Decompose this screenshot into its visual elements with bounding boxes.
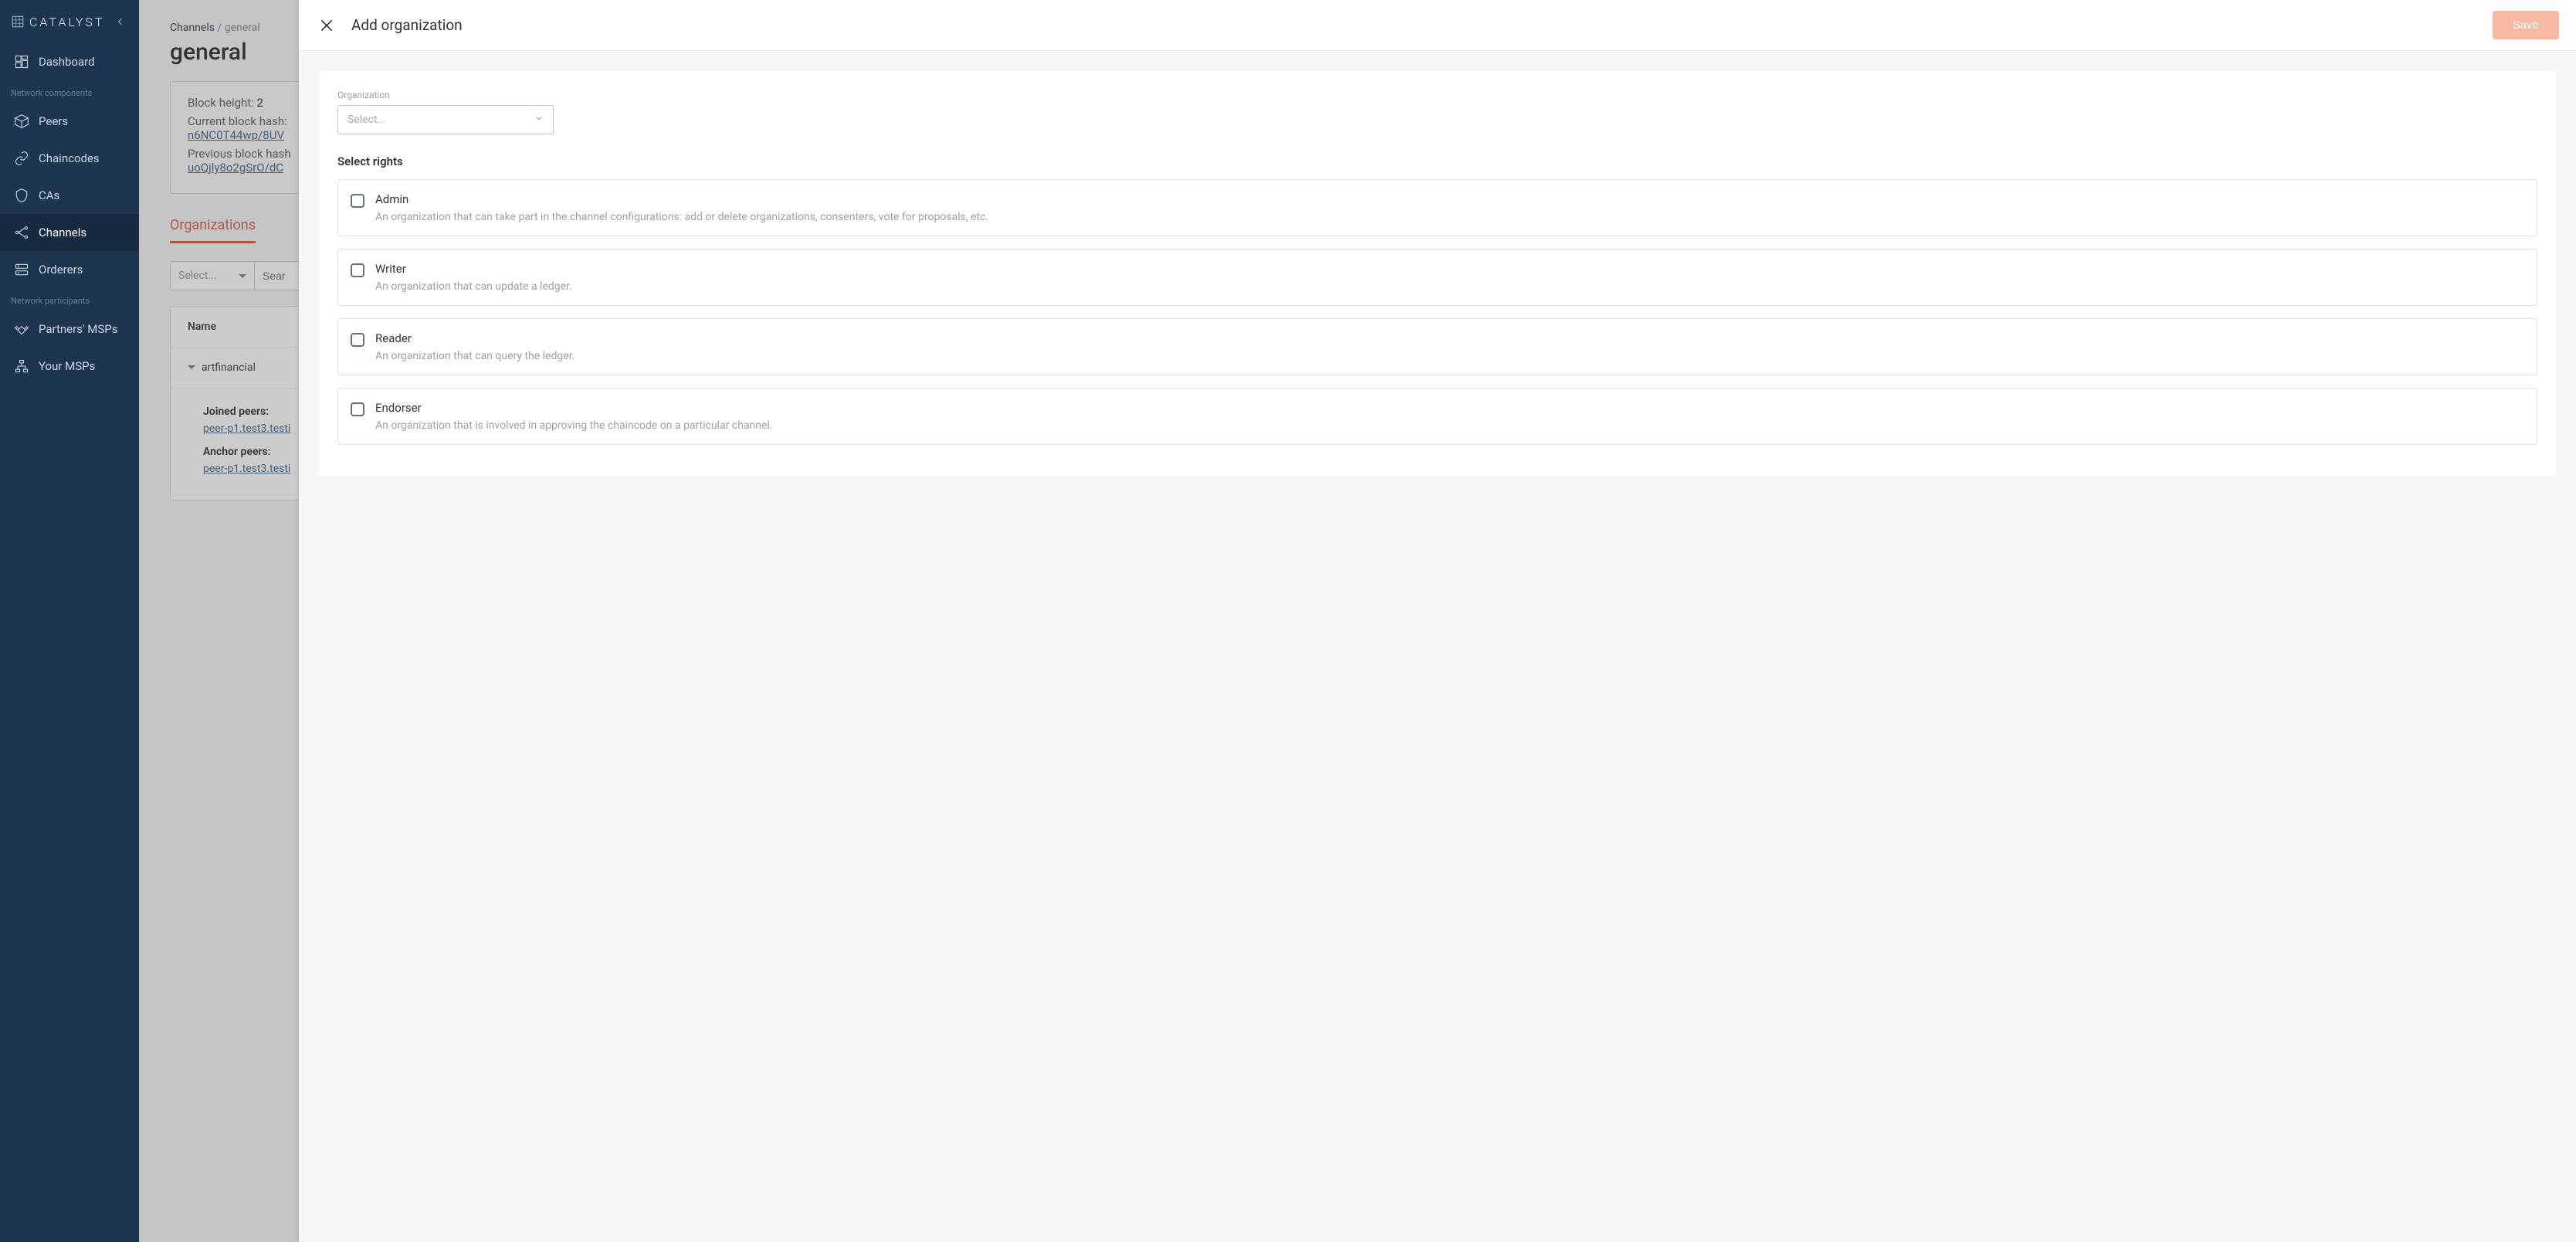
add-organization-panel: Add organization Save Organization Selec… (299, 0, 2576, 1242)
save-button[interactable]: Save (2493, 11, 2559, 39)
panel-card: Organization Select... Select rights Adm… (319, 71, 2556, 476)
right-admin-title: Admin (375, 192, 2524, 206)
logo: CATALYST (11, 15, 104, 29)
nav-channels[interactable]: Channels (0, 214, 139, 251)
cube-icon (14, 114, 29, 129)
nav-dashboard-label: Dashboard (39, 55, 95, 69)
right-admin-desc: An organization that can take part in th… (375, 211, 2524, 223)
checkbox-writer[interactable] (351, 263, 364, 277)
panel-header: Add organization Save (299, 0, 2576, 51)
dashboard-icon (14, 54, 29, 70)
logo-icon (11, 15, 25, 29)
shield-icon (14, 188, 29, 203)
sidebar: CATALYST Dashboard Network components Pe… (0, 0, 139, 1242)
nav-orderers-label: Orderers (39, 263, 83, 277)
right-reader-desc: An organization that can query the ledge… (375, 350, 2524, 362)
checkbox-reader[interactable] (351, 333, 364, 347)
nav-partners-label: Partners' MSPs (39, 322, 118, 336)
server-icon (14, 262, 29, 277)
nav-your-label: Your MSPs (39, 359, 95, 373)
right-endorser-desc: An organization that is involved in appr… (375, 419, 2524, 432)
right-writer[interactable]: Writer An organization that can update a… (337, 249, 2537, 306)
nav-peers[interactable]: Peers (0, 103, 139, 140)
right-writer-desc: An organization that can update a ledger… (375, 280, 2524, 293)
panel-title: Add organization (351, 16, 463, 34)
main: Channels / general general Block height:… (139, 0, 2576, 1242)
right-endorser-title: Endorser (375, 401, 2524, 415)
right-writer-title: Writer (375, 262, 2524, 276)
right-admin[interactable]: Admin An organization that can take part… (337, 179, 2537, 236)
link-icon (14, 151, 29, 166)
nav-orderers[interactable]: Orderers (0, 251, 139, 288)
nav-section-participants: Network participants (0, 288, 139, 310)
organization-select[interactable]: Select... (337, 105, 554, 134)
sidebar-collapse-button[interactable] (113, 14, 128, 29)
right-reader-title: Reader (375, 331, 2524, 345)
nav: Dashboard Network components Peers Chain… (0, 43, 139, 385)
chevron-down-icon (534, 114, 544, 126)
nav-channels-label: Channels (39, 226, 86, 239)
nav-peers-label: Peers (39, 114, 68, 128)
nav-chaincodes-label: Chaincodes (39, 151, 100, 165)
nav-partners-msps[interactable]: Partners' MSPs (0, 310, 139, 348)
close-button[interactable] (316, 15, 337, 36)
checkbox-admin[interactable] (351, 194, 364, 208)
logo-text: CATALYST (29, 15, 104, 29)
checkbox-endorser[interactable] (351, 402, 364, 416)
close-icon (319, 18, 334, 33)
sidebar-header: CATALYST (0, 8, 139, 43)
nav-cas-label: CAs (39, 188, 59, 202)
nav-chaincodes[interactable]: Chaincodes (0, 140, 139, 177)
nav-section-components: Network components (0, 80, 139, 103)
network-icon (14, 225, 29, 240)
handshake-icon (14, 321, 29, 337)
organization-select-placeholder: Select... (347, 114, 386, 126)
right-reader[interactable]: Reader An organization that can query th… (337, 318, 2537, 375)
organization-field-label: Organization (337, 90, 2537, 100)
nav-your-msps[interactable]: Your MSPs (0, 348, 139, 385)
nav-cas[interactable]: CAs (0, 177, 139, 214)
right-endorser[interactable]: Endorser An organization that is involve… (337, 388, 2537, 445)
panel-body: Organization Select... Select rights Adm… (299, 51, 2576, 1242)
nav-dashboard[interactable]: Dashboard (0, 43, 139, 80)
select-rights-title: Select rights (337, 154, 2537, 168)
org-icon (14, 358, 29, 374)
